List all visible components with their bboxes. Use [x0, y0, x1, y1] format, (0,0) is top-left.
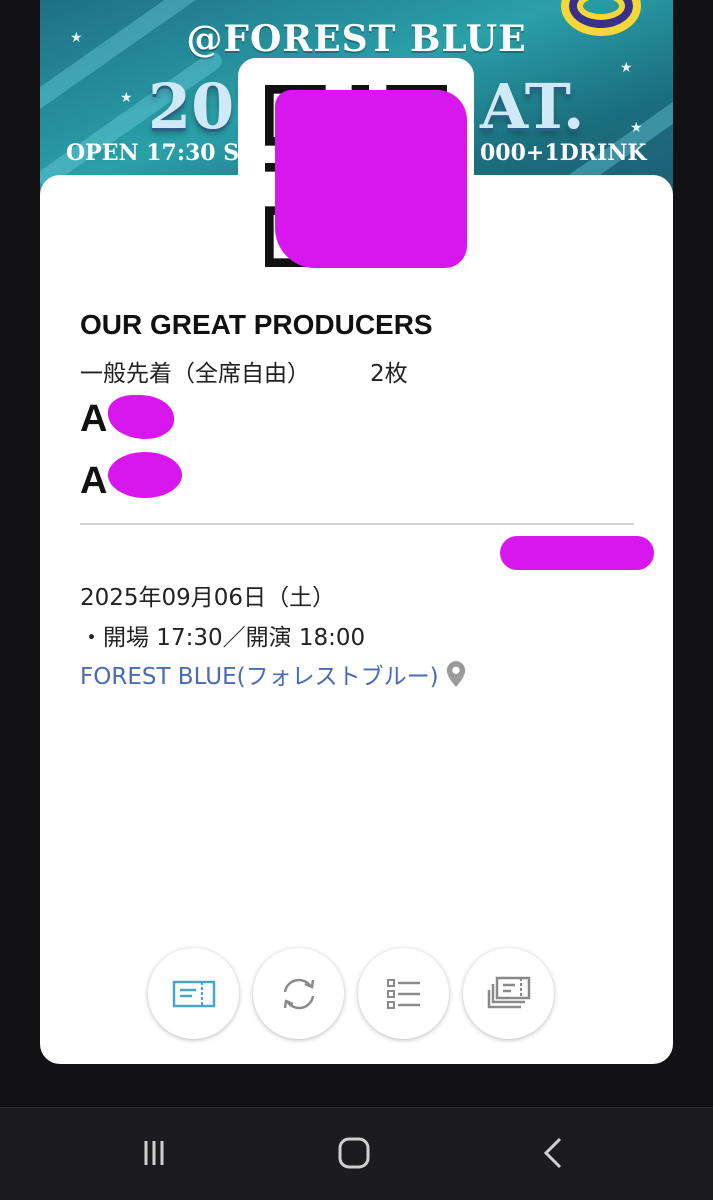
refresh-icon — [283, 978, 314, 1009]
tickets-button[interactable] — [463, 948, 554, 1039]
seat-number: A — [80, 398, 108, 440]
event-times: ・開場 17:30／開演 18:00 — [80, 625, 366, 651]
back-icon — [543, 1137, 562, 1169]
recents-icon — [144, 1141, 164, 1165]
recents-button[interactable] — [124, 1128, 184, 1178]
ticket-view-button[interactable] — [148, 948, 239, 1039]
seat-redaction — [108, 452, 182, 498]
checklist-icon — [386, 978, 420, 1009]
system-nav-bar — [0, 1107, 713, 1200]
banner-price: 000+1DRINK — [480, 140, 647, 166]
banner-day: AT. — [480, 70, 585, 143]
text-redaction — [500, 536, 654, 570]
venue-link[interactable]: FOREST BLUE(フォレストブルー) — [80, 657, 467, 691]
home-icon — [338, 1137, 370, 1169]
home-button[interactable] — [324, 1128, 384, 1178]
seat-number: A — [80, 460, 108, 502]
event-date: 2025年09月06日（土） — [80, 585, 336, 611]
map-pin-icon — [446, 661, 465, 687]
screen: ★ ★ ★ ★ @FOREST BLUE 202 AT. OPEN 17:30 … — [0, 0, 713, 1200]
banner-venue: @FOREST BLUE — [186, 18, 527, 60]
ticket-count: 2枚 — [370, 361, 408, 387]
ticket-type: 一般先着（全席自由） — [80, 361, 310, 387]
venue-link-label: FOREST BLUE(フォレストブルー) — [80, 664, 439, 690]
event-title: OUR GREAT PRODUCERS — [80, 309, 433, 340]
ticket-icon — [172, 980, 215, 1007]
refresh-button[interactable] — [253, 948, 344, 1039]
divider — [80, 523, 634, 525]
tickets-stack-icon — [487, 976, 530, 1008]
list-button[interactable] — [358, 948, 449, 1039]
qr-redaction — [300, 110, 450, 250]
back-button[interactable] — [524, 1128, 584, 1178]
